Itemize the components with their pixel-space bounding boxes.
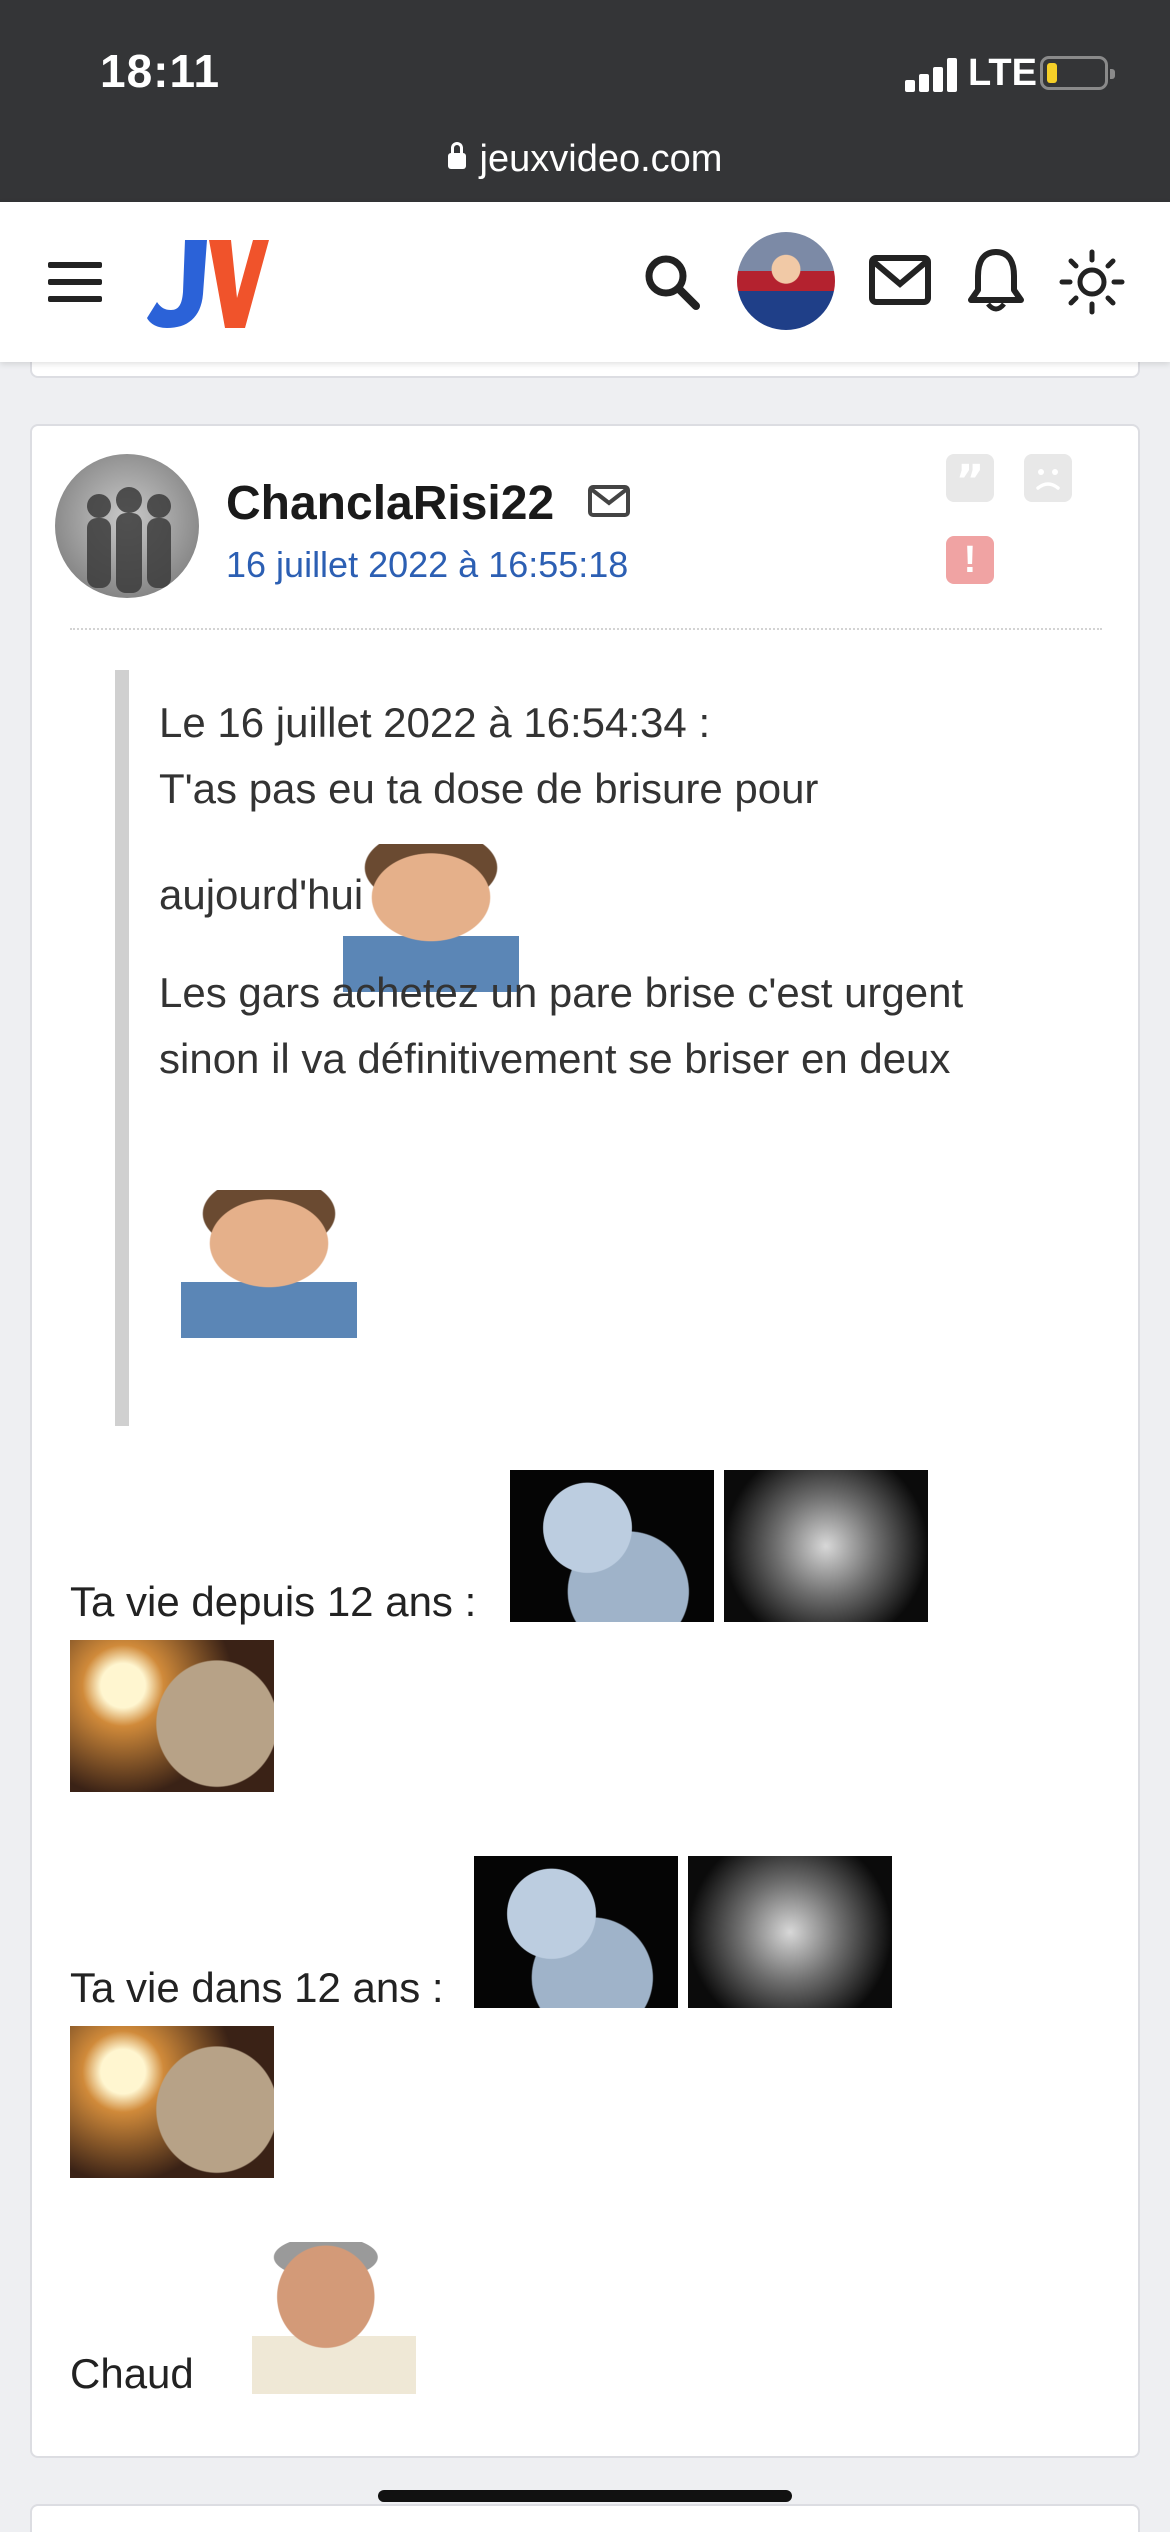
status-bar: 18:11 LTE jeuxvideo.com — [0, 0, 1170, 202]
post-card: ChanclaRisi22 16 juillet 2022 à 16:55:18… — [30, 424, 1140, 2458]
url-bar[interactable]: jeuxvideo.com — [0, 138, 1170, 181]
risitas-sticker — [252, 2242, 416, 2394]
user-avatar-top[interactable] — [737, 232, 835, 330]
quote-block: Le 16 juillet 2022 à 16:54:34 : T'as pas… — [115, 670, 1075, 1426]
menu-icon[interactable] — [48, 262, 102, 302]
quote-header: Le 16 juillet 2022 à 16:54:34 : — [159, 699, 711, 746]
facepalm-image[interactable] — [474, 1856, 678, 2008]
signal-icon — [905, 58, 961, 92]
home-indicator[interactable] — [378, 2490, 792, 2502]
lock-icon — [447, 142, 466, 169]
send-message-icon[interactable] — [587, 484, 631, 518]
sad-face-button[interactable] — [1024, 454, 1072, 502]
jv-logo[interactable] — [145, 232, 270, 332]
facepalm-image[interactable] — [510, 1470, 714, 1622]
post-text-line: Chaud — [70, 2350, 194, 2397]
quote-text-line: Les gars achetez un pare brise c'est urg… — [159, 969, 964, 1016]
wojak-image[interactable] — [70, 1640, 274, 1792]
sad-face-image[interactable] — [688, 1856, 892, 2008]
wojak-image[interactable] — [70, 2026, 274, 2178]
search-icon[interactable] — [642, 252, 702, 312]
post-text-line: Ta vie dans 12 ans : — [70, 1964, 444, 2011]
mail-icon[interactable] — [868, 254, 932, 306]
author-avatar[interactable] — [55, 454, 199, 598]
quote-text-line: sinon il va définitivement se briser en … — [159, 1035, 951, 1082]
bell-icon[interactable] — [966, 246, 1026, 314]
post-text-line: Ta vie depuis 12 ans : — [70, 1578, 477, 1625]
sad-face-icon — [1036, 469, 1060, 490]
post-date-link[interactable]: 16 juillet 2022 à 16:55:18 — [226, 544, 628, 586]
quote-icon: ” — [956, 456, 985, 507]
alert-icon: ! — [963, 539, 977, 581]
author-name[interactable]: ChanclaRisi22 — [226, 476, 554, 531]
sad-face-image[interactable] — [724, 1470, 928, 1622]
issou-sticker — [181, 1190, 357, 1338]
network-label: LTE — [968, 52, 1037, 94]
quote-text-line: T'as pas eu ta dose de brisure pour — [159, 765, 819, 812]
url-text: jeuxvideo.com — [479, 138, 723, 180]
site-header — [0, 202, 1170, 362]
battery-icon — [1040, 56, 1115, 90]
next-post-card — [30, 2504, 1140, 2532]
header-divider — [70, 628, 1102, 630]
status-time: 18:11 — [100, 45, 221, 97]
quote-button[interactable]: ” — [946, 454, 994, 507]
report-button[interactable]: ! — [946, 536, 994, 584]
svg-text:”: ” — [956, 456, 985, 502]
theme-sun-icon[interactable] — [1058, 248, 1126, 316]
